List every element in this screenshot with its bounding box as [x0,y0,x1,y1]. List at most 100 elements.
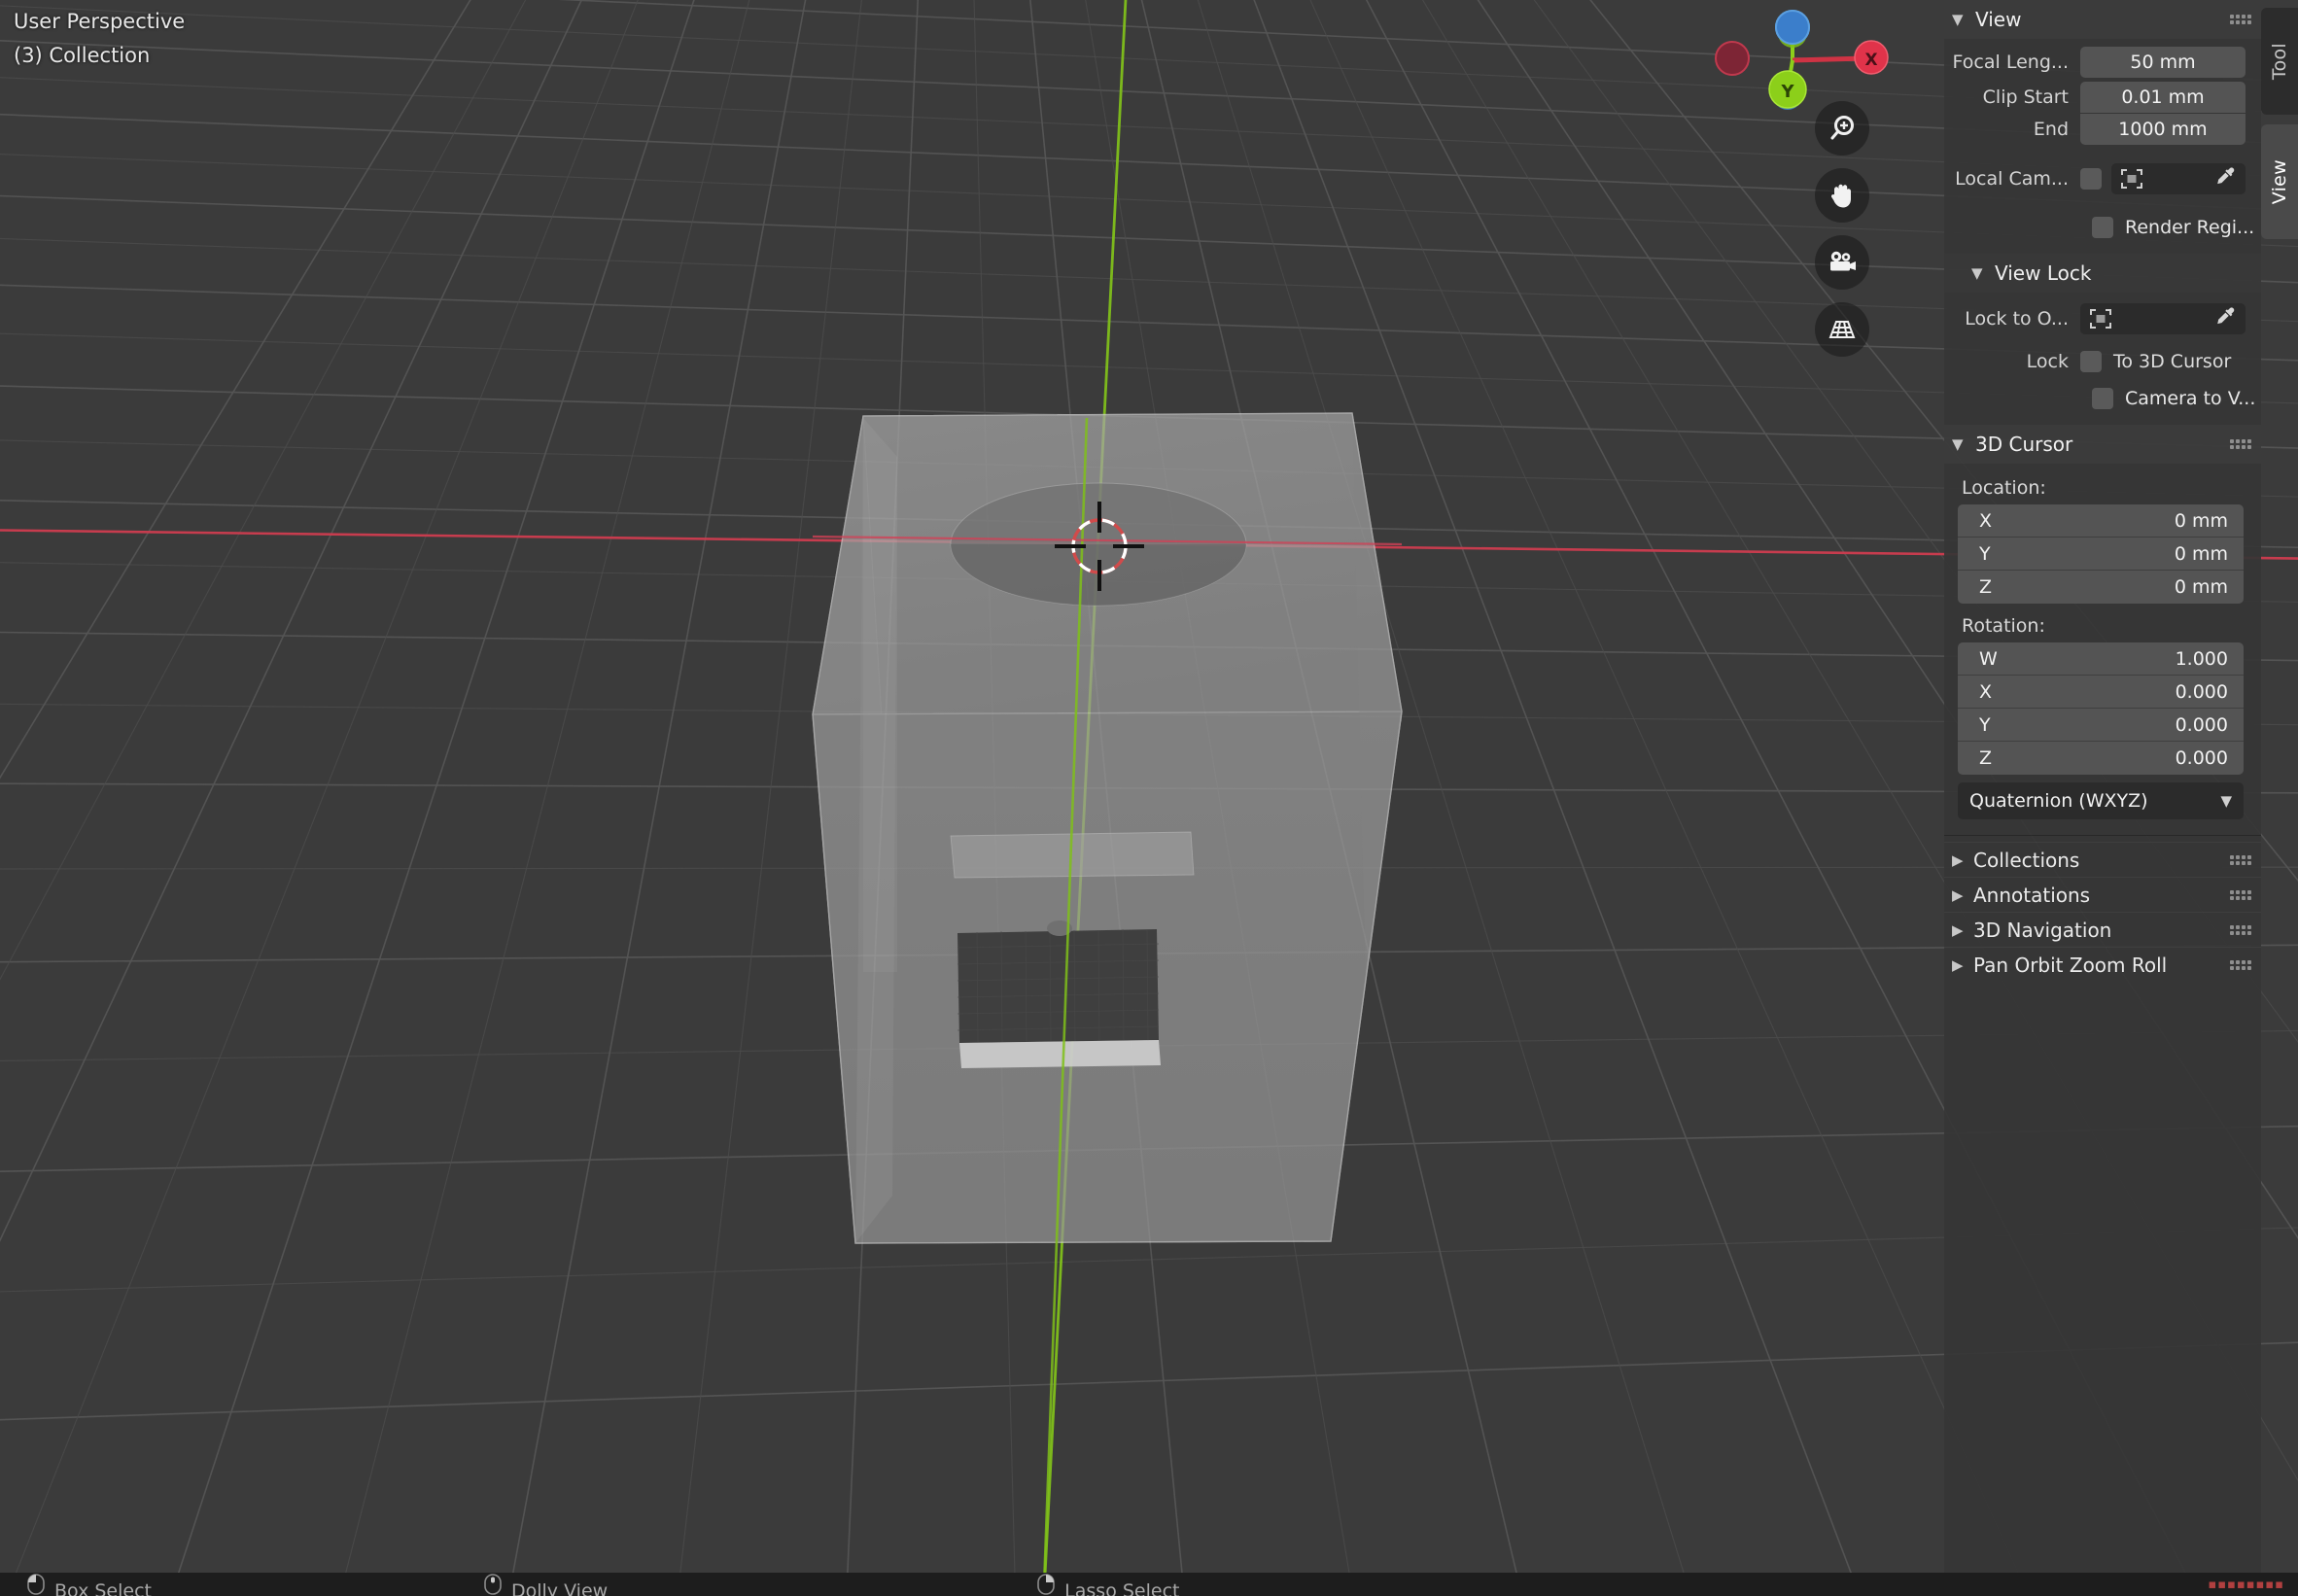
object-select-icon [2121,169,2142,189]
status-bar: Box Select Dolly View Lasso Select ▪▪▪▪▪… [0,1573,2298,1596]
panel-title-annotations: Annotations [1973,883,2091,907]
input-clip-start[interactable]: 0.01 mm [2080,81,2246,113]
navigation-gizmo[interactable]: X Y [1687,0,1910,126]
value-rotation-mode: Quaternion (WXYZ) [1969,790,2148,812]
value-location-z: 0 mm [2174,576,2228,598]
camera-icon [1830,251,1856,271]
panel-header-view-lock[interactable]: ▼ View Lock [1944,254,2261,293]
label-camera-to-view: Camera to V... [2125,388,2256,409]
label-location: Location: [1962,477,2046,499]
input-focal-length[interactable]: 50 mm [2080,47,2246,78]
label-lock-to-3d-cursor: To 3D Cursor [2113,351,2232,372]
select-rotation-mode[interactable]: Quaternion (WXYZ) ▼ [1958,782,2244,819]
tab-tool[interactable]: Tool [2261,8,2298,115]
panel-title-collections: Collections [1973,848,2080,872]
svg-text:Y: Y [1780,82,1794,102]
panel-body-view-lock: Lock to O... Lock To 3D Cursor Camera to… [1944,293,2261,425]
object-select-icon [2090,309,2111,329]
value-location-x: 0 mm [2174,509,2228,532]
chevron-down-icon: ▼ [1952,11,1964,28]
mouse-right-icon [1037,1574,1055,1595]
row-clip-start: Clip Start 0.01 mm [1952,81,2246,113]
panel-header-annotations[interactable]: ▶ Annotations [1944,877,2261,912]
rotation-fields: W 1.000 X 0.000 Y 0.000 Z 0.000 [1958,642,2244,775]
chevron-down-icon: ▼ [2220,792,2232,810]
label-lock: Lock [2026,351,2069,372]
row-lock-to-3d-cursor: Lock To 3D Cursor [1952,345,2246,378]
mouse-left-icon [27,1574,45,1595]
panel-header-pan-orbit-zoom-roll[interactable]: ▶ Pan Orbit Zoom Roll [1944,947,2261,982]
label-clip-end: End [2033,119,2069,140]
tab-tool-label: Tool [2269,42,2290,81]
panel-header-view[interactable]: ▼ View [1944,0,2261,39]
pan-button[interactable] [1815,168,1869,223]
panel-title-pan-orbit-zoom-roll: Pan Orbit Zoom Roll [1973,953,2168,977]
axis-label-z: Z [1979,747,1993,769]
zoom-icon [1830,116,1854,140]
panel-body-view: Focal Leng... 50 mm Clip Start 0.01 mm E… [1944,39,2261,254]
panel-grip-icon[interactable] [2230,889,2251,900]
input-rotation-w[interactable]: W 1.000 [1958,642,2244,676]
status-label-dolly-view: Dolly View [510,1580,609,1596]
panel-grip-icon[interactable] [2230,439,2251,449]
tab-view[interactable]: View [2261,124,2298,239]
value-rotation-x: 0.000 [2175,680,2228,703]
chevron-right-icon: ▶ [1952,955,1964,974]
eyedropper-icon[interactable] [2214,165,2238,193]
value-rotation-y: 0.000 [2175,713,2228,736]
eyedropper-icon[interactable] [2214,305,2238,333]
panel-grip-icon[interactable] [2230,924,2251,935]
checkbox-camera-to-view[interactable] [2092,388,2113,409]
panel-header-collections[interactable]: ▶ Collections [1944,842,2261,877]
value-rotation-z: 0.000 [2175,747,2228,769]
panel-title-3d-cursor: 3D Cursor [1975,433,2073,456]
input-location-x[interactable]: X 0 mm [1958,504,2244,538]
sidebar-tab-strip: Tool View [2261,0,2298,1575]
axis-label-x: X [1979,509,1993,532]
row-focal-length: Focal Leng... 50 mm [1952,47,2246,78]
status-item-box-select[interactable]: Box Select [27,1574,152,1596]
hand-icon [1830,184,1851,208]
panel-header-3d-cursor[interactable]: ▼ 3D Cursor [1944,425,2261,464]
tab-view-label: View [2269,158,2290,205]
row-lock-to-object: Lock to O... [1952,300,2246,337]
input-rotation-x[interactable]: X 0.000 [1958,676,2244,709]
label-lock-to-object: Lock to O... [1965,308,2069,330]
panel-header-3d-navigation[interactable]: ▶ 3D Navigation [1944,912,2261,947]
input-rotation-z[interactable]: Z 0.000 [1958,742,2244,775]
input-local-camera-object[interactable] [2111,163,2246,194]
status-item-dolly-view[interactable]: Dolly View [484,1574,609,1596]
checkbox-lock-to-3d-cursor[interactable] [2080,351,2102,372]
chevron-right-icon: ▶ [1952,850,1964,869]
svg-text:X: X [1864,51,1877,70]
input-lock-to-object[interactable] [2080,303,2246,334]
location-fields: X 0 mm Y 0 mm Z 0 mm [1958,504,2244,604]
chevron-right-icon: ▶ [1952,920,1964,939]
panel-grip-icon[interactable] [2230,15,2251,24]
status-bar-right-region: ▪▪▪▪▪▪▪▪ [2208,1577,2284,1592]
checkbox-local-camera[interactable] [2080,168,2102,190]
row-camera-to-view: Camera to V... [2092,382,2255,415]
status-item-lasso-select[interactable]: Lasso Select [1037,1574,1180,1596]
label-rotation: Rotation: [1962,615,2045,637]
camera-view-button[interactable] [1815,235,1869,290]
axis-label-y: Y [1979,542,1991,565]
chevron-down-icon: ▼ [1952,435,1964,453]
status-label-lasso-select: Lasso Select [1064,1580,1180,1596]
panel-body-3d-cursor: Location: X 0 mm Y 0 mm Z 0 mm Rotation: [1944,464,2261,829]
panel-title-view-lock: View Lock [1995,261,2092,285]
input-rotation-y[interactable]: Y 0.000 [1958,709,2244,742]
input-location-y[interactable]: Y 0 mm [1958,538,2244,571]
front-opening [958,929,1159,1043]
input-location-z[interactable]: Z 0 mm [1958,571,2244,604]
value-location-y: 0 mm [2174,542,2228,565]
perspective-toggle-button[interactable] [1815,302,1869,357]
checkbox-render-region[interactable] [2092,217,2113,238]
zoom-button[interactable] [1815,101,1869,156]
panel-grip-icon[interactable] [2230,854,2251,865]
input-clip-end[interactable]: 1000 mm [2080,114,2246,145]
properties-sidebar[interactable]: ▼ View Focal Leng... 50 mm Clip Start 0.… [1944,0,2261,1575]
panel-grip-icon[interactable] [2230,959,2251,970]
blender-window: User Perspective (3) Collection X Y ▼ Vi… [0,0,2298,1596]
axis-label-w: W [1979,647,1998,670]
